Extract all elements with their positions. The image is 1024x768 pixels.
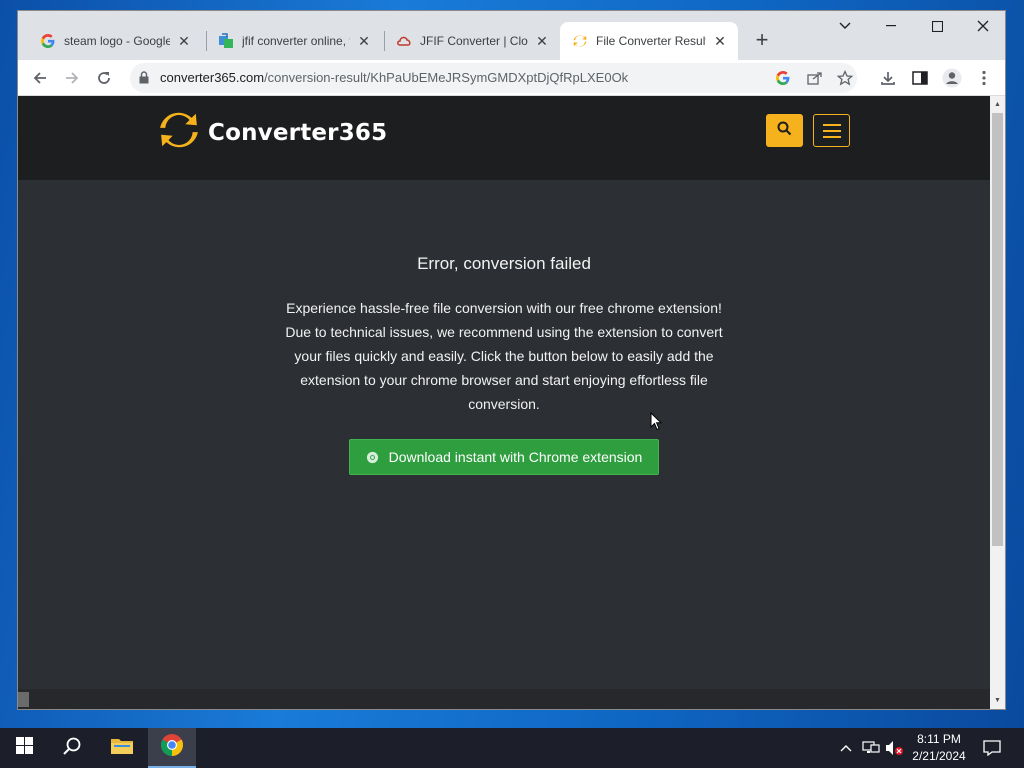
converter365-favicon xyxy=(572,33,588,49)
search-icon xyxy=(62,736,82,761)
download-button-label: Download instant with Chrome extension xyxy=(388,449,643,465)
clock-time: 8:11 PM xyxy=(917,732,961,746)
vertical-scrollbar[interactable]: ▲ ▼ xyxy=(990,96,1005,709)
address-bar[interactable]: converter365.com/conversion-result/KhPaU… xyxy=(130,63,857,93)
network-icon[interactable] xyxy=(860,728,882,768)
side-panel-icon[interactable] xyxy=(907,65,933,91)
chrome-icon xyxy=(366,450,380,464)
taskbar: 8:11 PM 2/21/2024 xyxy=(0,728,1024,768)
scroll-up-arrow[interactable]: ▲ xyxy=(993,100,1002,109)
url-text: converter365.com/conversion-result/KhPaU… xyxy=(160,70,628,85)
tab-steam-logo[interactable]: steam logo - Google ✕ xyxy=(28,22,202,60)
convert-favicon xyxy=(218,33,234,49)
tab-title: steam logo - Google xyxy=(64,34,170,48)
converter365-logo-icon xyxy=(158,109,200,156)
taskbar-search-button[interactable] xyxy=(48,728,96,768)
cloud-favicon xyxy=(396,33,412,49)
maximize-button[interactable] xyxy=(914,11,960,41)
google-translate-icon[interactable] xyxy=(774,69,792,87)
vertical-scrollbar-thumb[interactable] xyxy=(992,113,1003,546)
chrome-menu-icon[interactable] xyxy=(971,65,997,91)
tab-jfif-converter-cloud[interactable]: JFIF Converter | Clou ✕ xyxy=(384,22,560,60)
tab-title: jfif converter online, f xyxy=(242,34,350,48)
tab-jfif-converter-online[interactable]: jfif converter online, f ✕ xyxy=(206,22,382,60)
show-hidden-icons-button[interactable] xyxy=(836,728,856,768)
close-icon[interactable]: ✕ xyxy=(534,33,550,49)
browser-toolbar: converter365.com/conversion-result/KhPaU… xyxy=(18,60,1005,96)
brand-name: Converter365 xyxy=(208,119,388,146)
google-icon xyxy=(40,33,56,49)
hamburger-menu-button[interactable] xyxy=(813,114,850,147)
horizontal-scrollbar[interactable] xyxy=(18,689,990,709)
mouse-cursor-icon xyxy=(650,411,663,436)
site-logo[interactable]: Converter365 xyxy=(158,109,387,156)
close-window-button[interactable] xyxy=(960,11,1006,41)
reload-button[interactable] xyxy=(91,65,117,91)
page-viewport: Converter365 Error, conversion failed Ex… xyxy=(18,96,990,709)
download-chrome-extension-button[interactable]: Download instant with Chrome extension xyxy=(349,439,659,475)
horizontal-scrollbar-thumb[interactable] xyxy=(18,692,29,707)
close-icon[interactable]: ✕ xyxy=(356,33,372,49)
browser-window: steam logo - Google ✕ jfif converter onl… xyxy=(17,10,1006,710)
site-header: Converter365 xyxy=(18,96,990,180)
search-icon xyxy=(777,121,792,141)
menu-line xyxy=(822,123,841,126)
lock-icon[interactable] xyxy=(139,71,149,89)
tab-title: File Converter Result xyxy=(596,34,706,48)
close-icon[interactable]: ✕ xyxy=(176,33,192,49)
download-icon[interactable] xyxy=(875,65,901,91)
tab-file-converter-result[interactable]: File Converter Result ✕ xyxy=(560,22,738,60)
url-host: converter365.com xyxy=(160,70,265,85)
tab-strip: steam logo - Google ✕ jfif converter onl… xyxy=(18,11,1005,61)
tab-title: JFIF Converter | Clou xyxy=(420,34,528,48)
forward-button[interactable] xyxy=(59,65,85,91)
folder-icon xyxy=(110,736,134,760)
share-icon[interactable] xyxy=(806,69,824,87)
back-button[interactable] xyxy=(27,65,53,91)
start-button[interactable] xyxy=(0,728,48,768)
chrome-taskbar-button[interactable] xyxy=(148,728,196,768)
url-path: /conversion-result/KhPaUbEMeJRSymGMDXptD… xyxy=(264,70,629,85)
file-explorer-button[interactable] xyxy=(98,728,146,768)
profile-avatar-icon[interactable] xyxy=(939,65,965,91)
minimize-button[interactable] xyxy=(868,11,914,41)
system-clock[interactable]: 8:11 PM 2/21/2024 xyxy=(900,731,978,765)
menu-line xyxy=(822,135,841,138)
bookmark-star-icon[interactable] xyxy=(836,69,854,87)
clock-date: 2/21/2024 xyxy=(912,749,966,763)
notification-center-icon[interactable] xyxy=(980,728,1004,768)
error-title: Error, conversion failed xyxy=(417,254,591,273)
menu-line xyxy=(822,129,841,132)
scroll-down-arrow[interactable]: ▼ xyxy=(993,696,1002,705)
site-search-button[interactable] xyxy=(766,114,803,147)
error-message: Experience hassle-free file conversion w… xyxy=(285,300,723,412)
windows-logo-icon xyxy=(15,737,33,759)
tab-search-icon[interactable] xyxy=(822,11,868,41)
new-tab-button[interactable]: + xyxy=(748,26,776,54)
chrome-icon xyxy=(160,733,184,762)
close-icon[interactable]: ✕ xyxy=(712,33,728,49)
